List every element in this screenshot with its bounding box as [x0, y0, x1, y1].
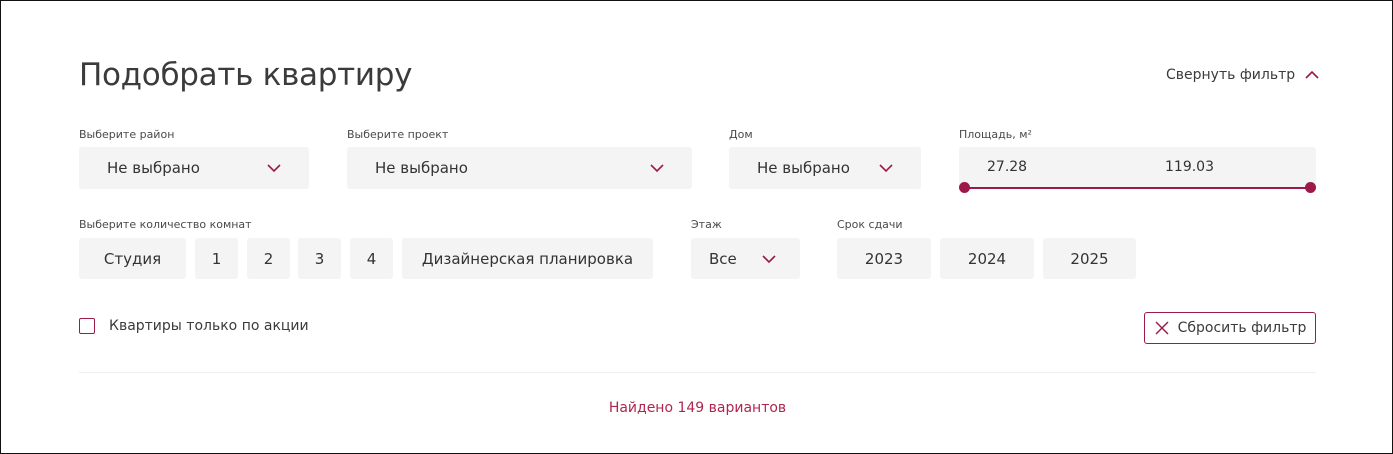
deadline-option-2023[interactable]: 2023 [837, 238, 931, 279]
area-slider-max-handle[interactable] [1305, 182, 1316, 193]
chevron-down-icon [267, 164, 281, 173]
rooms-option-designer-layout[interactable]: Дизайнерская планировка [402, 238, 653, 279]
area-range-field: 27.28 119.03 [959, 147, 1316, 189]
divider [79, 372, 1316, 373]
rooms-option-4[interactable]: 4 [350, 238, 393, 279]
promo-checkbox[interactable] [79, 318, 95, 334]
chevron-up-icon [1305, 70, 1319, 79]
project-value: Не выбрано [375, 159, 468, 177]
district-label: Выберите район [79, 128, 175, 141]
page-title: Подобрать квартиру [79, 57, 413, 93]
chevron-down-icon [879, 164, 893, 173]
floor-select[interactable]: Все [691, 238, 800, 279]
deadline-option-2025[interactable]: 2025 [1043, 238, 1136, 279]
rooms-label: Выберите количество комнат [79, 218, 252, 231]
reset-filter-label: Сбросить фильтр [1177, 320, 1307, 336]
area-label: Площадь, м² [959, 128, 1032, 141]
district-value: Не выбрано [107, 159, 200, 177]
rooms-option-2[interactable]: 2 [247, 238, 290, 279]
district-select[interactable]: Не выбрано [79, 147, 309, 189]
floor-label: Этаж [691, 218, 722, 231]
floor-value: Все [709, 249, 737, 268]
rooms-option-1[interactable]: 1 [195, 238, 238, 279]
results-count: Найдено 149 вариантов [608, 400, 787, 416]
promo-label[interactable]: Квартиры только по акции [109, 318, 309, 334]
chevron-down-icon [762, 254, 776, 263]
area-slider-track[interactable] [964, 187, 1310, 189]
chevron-down-icon [650, 164, 664, 173]
project-label: Выберите проект [347, 128, 449, 141]
reset-filter-button[interactable]: Сбросить фильтр [1144, 312, 1316, 344]
close-icon [1155, 321, 1169, 335]
rooms-option-studio[interactable]: Студия [79, 238, 186, 279]
area-slider-min-handle[interactable] [959, 182, 970, 193]
deadline-option-2024[interactable]: 2024 [940, 238, 1034, 279]
filter-panel: Подобрать квартиру Свернуть фильтр Выбер… [0, 0, 1393, 454]
house-label: Дом [729, 128, 753, 141]
house-select[interactable]: Не выбрано [729, 147, 921, 189]
rooms-option-3[interactable]: 3 [298, 238, 341, 279]
collapse-filter-label: Свернуть фильтр [1166, 67, 1296, 83]
deadline-label: Срок сдачи [837, 218, 903, 231]
area-max-value[interactable]: 119.03 [1165, 159, 1214, 175]
project-select[interactable]: Не выбрано [347, 147, 692, 189]
house-value: Не выбрано [757, 159, 850, 177]
collapse-filter-button[interactable]: Свернуть фильтр [1166, 67, 1319, 83]
area-min-value[interactable]: 27.28 [987, 159, 1027, 175]
